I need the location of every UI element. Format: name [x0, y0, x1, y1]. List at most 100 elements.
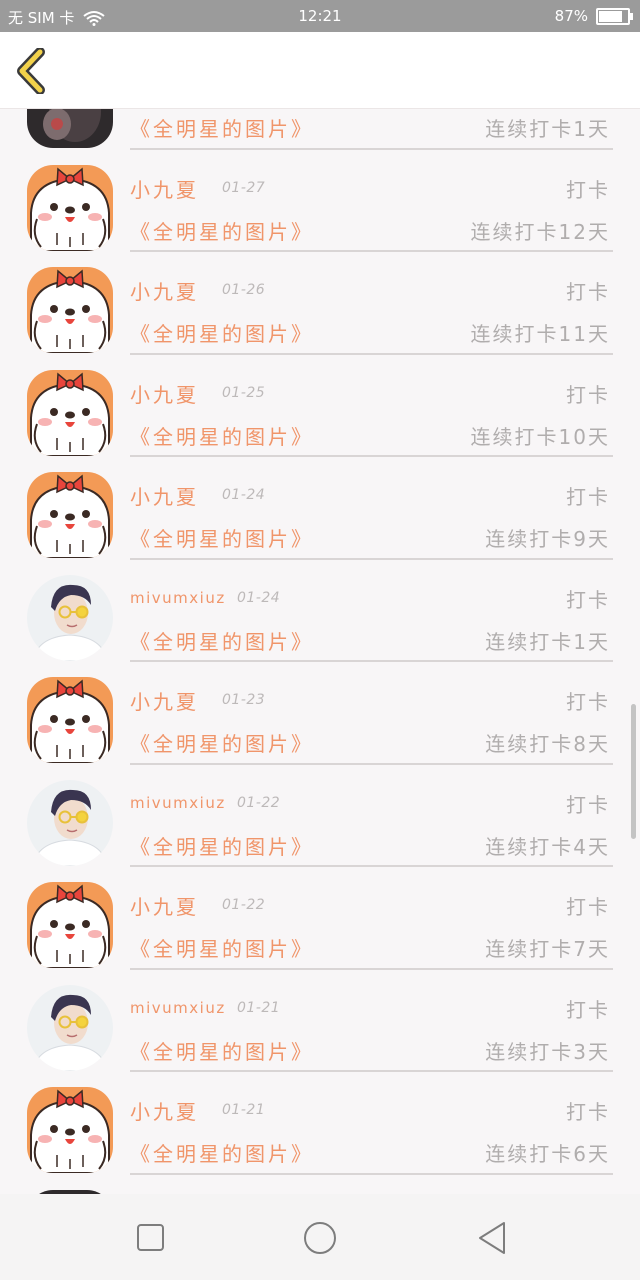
checkin-row[interactable]: 小九夏 01-26 打卡 《全明星的图片》 连续打卡11天: [0, 252, 640, 355]
checkin-date: 01-21: [237, 999, 281, 1016]
username[interactable]: 小九夏: [130, 276, 199, 305]
checkin-list[interactable]: 《全明星的图片》 连续打卡1天 小九夏 01-27 打卡 《全明星的图片》 连续打卡12天小…: [0, 109, 640, 1194]
username[interactable]: mivumxiuz: [130, 999, 226, 1017]
checkin-row[interactable]: 小九夏 01-25 打卡《全明星的图片》 连续打卡10天: [0, 355, 640, 457]
streak-text: 连续打卡4天: [485, 834, 610, 859]
avatar[interactable]: [27, 472, 113, 558]
checkin-action: 打卡: [566, 485, 610, 509]
book-title[interactable]: 《全明星的图片》: [130, 1138, 314, 1167]
checkin-date: 01-25: [222, 384, 266, 401]
row-detail: 《全明星的图片》 连续打卡12天: [130, 212, 610, 246]
puppy-avatar-icon: [27, 1087, 113, 1173]
username[interactable]: 小九夏: [130, 891, 199, 920]
nav-back-button[interactable]: [470, 1218, 514, 1258]
battery-icon: [596, 7, 633, 25]
checkin-action: 打卡: [566, 1100, 610, 1124]
row-header: mivumxiuz 01-24 打卡: [130, 582, 610, 612]
row-detail: 《全明星的图片》 连续打卡8天: [130, 724, 610, 758]
avatar[interactable]: [27, 882, 113, 968]
checkin-date: 01-27: [222, 179, 266, 196]
row-detail: 《全明星的图片》 连续打卡1天: [130, 109, 610, 143]
checkin-row[interactable]: 小九夏 01-23 打卡《全明星的图片》 连续打卡8天: [0, 662, 640, 765]
checkin-action: 打卡: [566, 382, 610, 407]
chevron-left-icon: [17, 47, 45, 95]
username[interactable]: 小九夏: [130, 686, 199, 715]
streak-text: 连续打卡8天: [485, 732, 610, 756]
row-header: 小九夏 01-22 打卡: [130, 889, 610, 919]
checkin-action: 打卡: [566, 997, 610, 1022]
row-detail: 《全明星的图片》 连续打卡9天: [130, 519, 610, 553]
checkin-row[interactable]: 《全明星的图片》 连续打卡1天: [0, 109, 640, 150]
checkin-row[interactable]: 小九夏 01-27 打卡 《全明星的图片》 连续打卡12天: [0, 150, 640, 252]
row-detail: 《全明星的图片》 连续打卡3天: [130, 1032, 610, 1066]
puppy-avatar-icon: [27, 369, 113, 456]
checkin-date: 01-23: [222, 692, 266, 708]
row-header: 小九夏 01-25 打卡: [130, 377, 610, 407]
checkin-date: 01-21: [222, 1102, 266, 1118]
avatar[interactable]: [27, 779, 113, 866]
battery-text: 87%: [554, 7, 588, 25]
book-title[interactable]: 《全明星的图片》: [130, 216, 314, 245]
photo-avatar-icon: [27, 109, 113, 148]
checkin-action: 打卡: [566, 792, 610, 817]
row-header: 小九夏 01-21 打卡: [130, 1094, 610, 1124]
avatar[interactable]: [27, 984, 113, 1071]
checkin-date: 01-24: [222, 487, 266, 503]
checkin-action: 打卡: [566, 690, 610, 714]
row-detail: 《全明星的图片》 连续打卡6天: [130, 1134, 610, 1168]
avatar[interactable]: [27, 369, 113, 456]
avatar[interactable]: [27, 164, 113, 251]
back-button[interactable]: [14, 47, 54, 95]
checkin-date: 01-22: [237, 794, 281, 811]
status-bar: 无 SIM 卡 12:21 87%: [0, 0, 640, 32]
book-title[interactable]: 《全明星的图片》: [130, 421, 314, 450]
row-detail: 《全明星的图片》 连续打卡4天: [130, 827, 610, 861]
book-title[interactable]: 《全明星的图片》: [130, 831, 314, 860]
avatar[interactable]: [27, 109, 113, 148]
book-title[interactable]: 《全明星的图片》: [130, 933, 314, 962]
checkin-row[interactable]: mivumxiuz 01-22 打卡《全明星的图片》 连续打卡4天: [0, 765, 640, 867]
checkin-date: 01-22: [222, 897, 266, 913]
checkin-row[interactable]: mivumxiuz 01-21 打卡《全明星的图片》 连续打卡3天: [0, 970, 640, 1072]
boy-avatar-icon: [27, 779, 113, 866]
avatar[interactable]: [27, 1087, 113, 1173]
username[interactable]: 小九夏: [130, 481, 199, 510]
checkin-row[interactable]: mivumxiuz 01-24 打卡《全明星的图片》 连续打卡1天: [0, 560, 640, 662]
navigation-bar: [0, 1194, 640, 1280]
streak-text: 连续打卡3天: [485, 1039, 610, 1064]
book-title[interactable]: 《全明星的图片》: [130, 626, 314, 655]
row-detail: 《全明星的图片》 连续打卡1天: [130, 622, 610, 656]
checkin-row[interactable]: 小九夏 01-24 打卡《全明星的图片》 连续打卡9天: [0, 457, 640, 560]
avatar[interactable]: [27, 267, 113, 353]
puppy-avatar-icon: [27, 267, 113, 353]
avatar[interactable]: [27, 677, 113, 763]
status-time: 12:21: [298, 7, 342, 25]
boy-avatar-icon: [27, 574, 113, 661]
username[interactable]: 小九夏: [130, 1096, 199, 1125]
row-detail: 《全明星的图片》 连续打卡11天: [130, 314, 610, 348]
checkin-row[interactable]: 小九夏 01-21 打卡《全明星的图片》 连续打卡6天: [0, 1072, 640, 1175]
checkin-row[interactable]: [0, 1175, 640, 1194]
username[interactable]: mivumxiuz: [130, 589, 226, 607]
row-header: 小九夏 01-23 打卡: [130, 684, 610, 714]
username[interactable]: 小九夏: [130, 174, 199, 203]
username[interactable]: mivumxiuz: [130, 794, 226, 812]
scrollbar[interactable]: [631, 704, 636, 839]
book-title[interactable]: 《全明星的图片》: [130, 113, 314, 142]
book-title[interactable]: 《全明星的图片》: [130, 728, 314, 757]
recents-button[interactable]: [129, 1218, 173, 1258]
book-title[interactable]: 《全明星的图片》: [130, 1036, 314, 1065]
circle-icon: [304, 1222, 336, 1254]
puppy-avatar-icon: [27, 882, 113, 968]
streak-text: 连续打卡9天: [485, 527, 610, 551]
book-title[interactable]: 《全明星的图片》: [130, 523, 314, 552]
home-button[interactable]: [298, 1218, 342, 1258]
book-title[interactable]: 《全明星的图片》: [130, 318, 314, 347]
avatar[interactable]: [27, 574, 113, 661]
checkin-date: 01-26: [222, 282, 266, 298]
row-detail: 《全明星的图片》 连续打卡10天: [130, 417, 610, 451]
row-header: 小九夏 01-26 打卡: [130, 274, 610, 304]
puppy-avatar-icon: [27, 677, 113, 763]
username[interactable]: 小九夏: [130, 379, 199, 408]
checkin-row[interactable]: 小九夏 01-22 打卡 《全明星的图片》 连续打卡7天: [0, 867, 640, 970]
